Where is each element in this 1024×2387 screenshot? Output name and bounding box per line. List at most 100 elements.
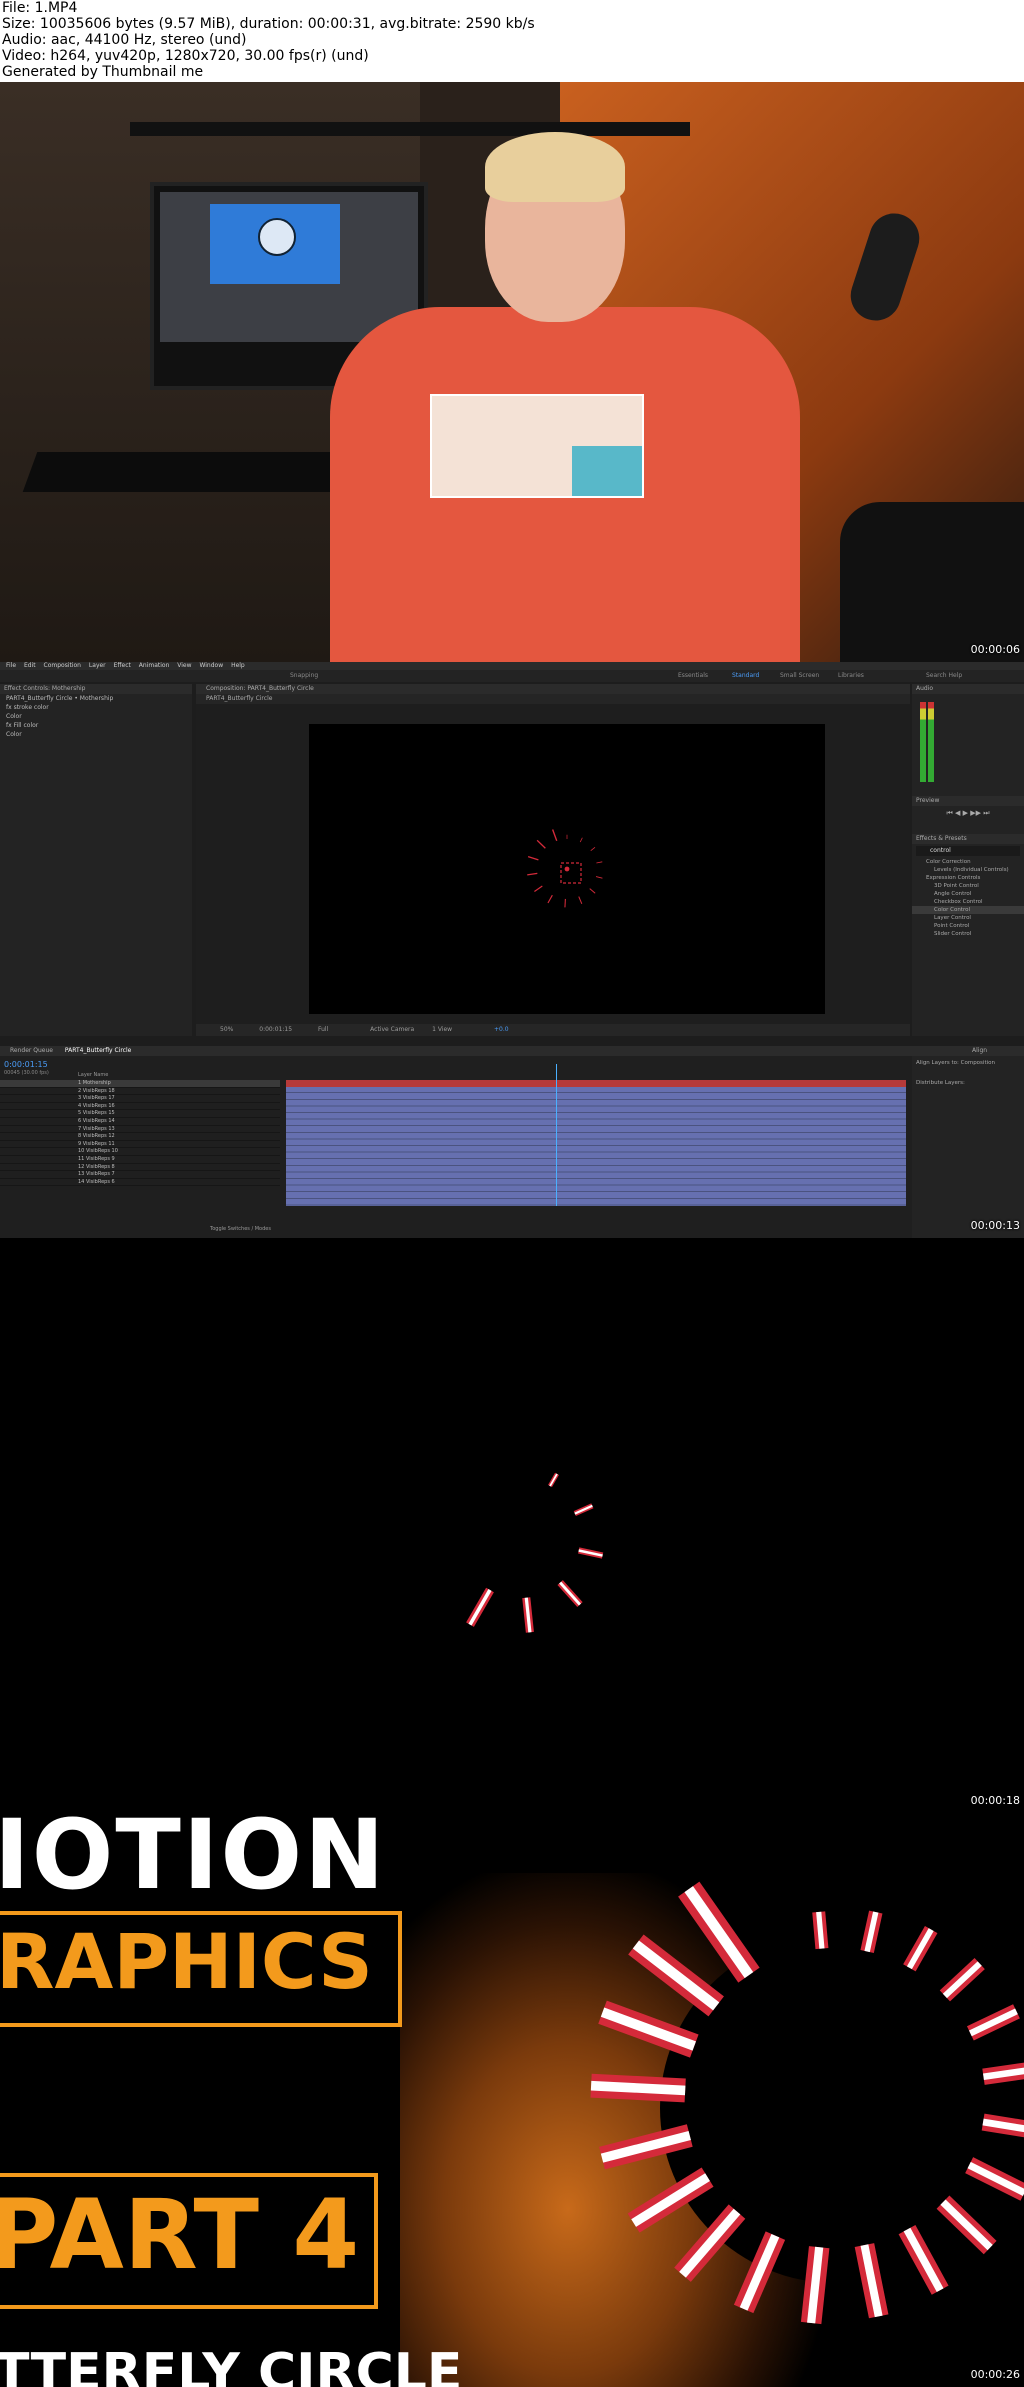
composition-tab[interactable]: Composition: PART4_Butterfly Circle	[196, 684, 910, 694]
timeline-layer-row[interactable]: 10 VisibReps 10	[0, 1148, 280, 1156]
timeline-layer-row[interactable]: 9 VisibReps 11	[0, 1141, 280, 1149]
fx-category[interactable]: Color Correction	[912, 858, 1024, 866]
current-time[interactable]: 0:00:01:15	[259, 1026, 292, 1033]
menu-animation[interactable]: Animation	[139, 662, 170, 669]
align-tab[interactable]: Align	[912, 1046, 1024, 1056]
fx-item-selected[interactable]: Color Control	[912, 906, 1024, 914]
timeline-layer-row[interactable]: 6 VisibReps 14	[0, 1118, 280, 1126]
fx-item[interactable]: Point Control	[912, 922, 1024, 930]
thumbnail-frame-spinner: 00:00:18	[0, 1238, 1024, 1813]
composition-subtab[interactable]: PART4_Butterfly Circle	[196, 694, 910, 704]
exposure[interactable]: +0.0	[494, 1026, 509, 1033]
fx-item[interactable]: Slider Control	[912, 930, 1024, 938]
effect-row[interactable]: Color	[0, 730, 192, 739]
timeline-layer-row[interactable]: 2 VisibReps 18	[0, 1088, 280, 1096]
spinner-stroke-highlight	[559, 1581, 582, 1606]
timeline-layer-row[interactable]: 12 VisibReps 8	[0, 1164, 280, 1172]
spinner-stroke	[527, 872, 538, 876]
composition-panel: Composition: PART4_Butterfly Circle PART…	[196, 684, 910, 1036]
timeline-layer-row[interactable]: 8 VisibReps 12	[0, 1133, 280, 1141]
spinner-stroke-highlight	[590, 2080, 686, 2096]
audio-tab[interactable]: Audio	[912, 684, 1024, 694]
resolution[interactable]: Full	[318, 1026, 328, 1033]
effect-controls-tab[interactable]: Effect Controls: Mothership	[0, 684, 192, 694]
timeline-layer-row[interactable]: 14 VisibReps 6	[0, 1179, 280, 1187]
file-info-header: File: 1.MP4 Size: 10035606 bytes (9.57 M…	[0, 0, 1024, 82]
spinner-stroke	[579, 837, 583, 843]
menu-edit[interactable]: Edit	[24, 662, 36, 669]
menu-effect[interactable]: Effect	[114, 662, 131, 669]
fx-item[interactable]: Angle Control	[912, 890, 1024, 898]
workspace-standard[interactable]: Standard	[732, 670, 759, 682]
file-info-line: Audio: aac, 44100 Hz, stereo (und)	[2, 32, 247, 48]
preview-controls[interactable]: ⏮ ◀ ▶ ▶▶ ⏭	[912, 806, 1024, 820]
composition-canvas[interactable]	[309, 724, 825, 1014]
zoom-level[interactable]: 50%	[220, 1026, 233, 1033]
thumbnail-frame-presenter: 00:00:06	[0, 82, 1024, 662]
effect-row[interactable]: fx Fill color	[0, 721, 192, 730]
camera-select[interactable]: Active Camera	[370, 1026, 414, 1033]
timeline-timecode[interactable]: 0:00:01:15	[4, 1060, 48, 1069]
snapping-toggle[interactable]: Snapping	[290, 670, 318, 682]
fx-item[interactable]: Checkbox Control	[912, 898, 1024, 906]
effect-row[interactable]: fx stroke color	[0, 703, 192, 712]
spinner-stroke	[590, 847, 596, 851]
fx-category[interactable]: Expression Controls	[912, 874, 1024, 882]
layer-tracks[interactable]	[286, 1080, 906, 1206]
workspace-small-screen[interactable]: Small Screen	[780, 670, 819, 682]
menu-layer[interactable]: Layer	[89, 662, 106, 669]
timeline-layer-row[interactable]: 1 Mothership	[0, 1080, 280, 1088]
menu-view[interactable]: View	[177, 662, 191, 669]
shirt-logo-accent	[572, 446, 642, 496]
thumbnail-frame-title-card: IOTION RAPHICS PART 4 TTERFLY CIRCLE 00:…	[0, 1813, 1024, 2387]
timeline-layer-row[interactable]: 5 VisibReps 15	[0, 1110, 280, 1118]
align-to-label: Align Layers to: Composition	[916, 1060, 995, 1066]
workspace-libraries[interactable]: Libraries	[838, 670, 864, 682]
effect-controls-subtitle: PART4_Butterfly Circle • Mothership	[6, 695, 114, 702]
menu-file[interactable]: File	[6, 662, 16, 669]
search-help-input[interactable]: Search Help	[926, 670, 962, 682]
current-time-indicator[interactable]	[556, 1064, 557, 1206]
timeline-layer-row[interactable]: 3 VisibReps 17	[0, 1095, 280, 1103]
align-to-select[interactable]: Composition	[961, 1060, 995, 1066]
title-line-graphics: RAPHICS	[0, 1917, 373, 2006]
frame-timestamp: 00:00:06	[970, 643, 1020, 656]
title-line-part: PART 4	[0, 2179, 360, 2291]
effect-row[interactable]: Color	[0, 712, 192, 721]
spinner-stroke-highlight	[679, 2208, 741, 2278]
tab-render-queue[interactable]: Render Queue	[10, 1047, 53, 1054]
spinner-stroke	[527, 855, 539, 861]
timeline-layer-row[interactable]: 4 VisibReps 16	[0, 1103, 280, 1111]
distribute-label: Distribute Layers:	[916, 1080, 965, 1086]
spinner-stroke	[596, 861, 603, 864]
file-info-line: Size: 10035606 bytes (9.57 MiB), duratio…	[2, 16, 535, 32]
spinner-preview	[527, 829, 603, 908]
preview-tab[interactable]: Preview	[912, 796, 1024, 806]
ae-menu-bar: File Edit Composition Layer Effect Anima…	[0, 662, 1024, 670]
spinner-stroke-highlight	[942, 1961, 982, 1999]
layer-list: 1 Mothership 2 VisibReps 18 3 VisibReps 17…	[0, 1080, 280, 1187]
fx-item[interactable]: Levels (Individual Controls)	[912, 866, 1024, 874]
effects-presets-section: Effects & Presets control Color Correcti…	[912, 834, 1024, 938]
title-line-butterfly-circle: TTERFLY CIRCLE	[0, 2343, 463, 2387]
toggle-switches-modes[interactable]: Toggle Switches / Modes	[210, 1226, 271, 1232]
menu-composition[interactable]: Composition	[44, 662, 81, 669]
timeline-layer-row[interactable]: 7 VisibReps 13	[0, 1126, 280, 1134]
view-layout[interactable]: 1 View	[432, 1026, 452, 1033]
effect-controls-panel: Effect Controls: Mothership PART4_Butter…	[0, 684, 192, 1036]
spinner-stroke	[578, 896, 583, 904]
fx-item[interactable]: 3D Point Control	[912, 882, 1024, 890]
menu-window[interactable]: Window	[199, 662, 223, 669]
tab-comp-timeline[interactable]: PART4_Butterfly Circle	[65, 1047, 131, 1054]
spinner-stroke	[589, 888, 596, 894]
track-mothership[interactable]	[286, 1080, 906, 1087]
menu-help[interactable]: Help	[231, 662, 245, 669]
timeline-layer-row[interactable]: 13 VisibReps 7	[0, 1171, 280, 1179]
effects-search-input[interactable]: control	[916, 846, 1020, 856]
workspace-essentials[interactable]: Essentials	[678, 670, 708, 682]
align-panel: Align Align Layers to: Composition Distr…	[912, 1046, 1024, 1238]
effects-presets-tab[interactable]: Effects & Presets	[912, 834, 1024, 844]
timeline-layer-row[interactable]: 11 VisibReps 9	[0, 1156, 280, 1164]
spinner-stroke-highlight	[903, 2227, 944, 2293]
fx-item[interactable]: Layer Control	[912, 914, 1024, 922]
